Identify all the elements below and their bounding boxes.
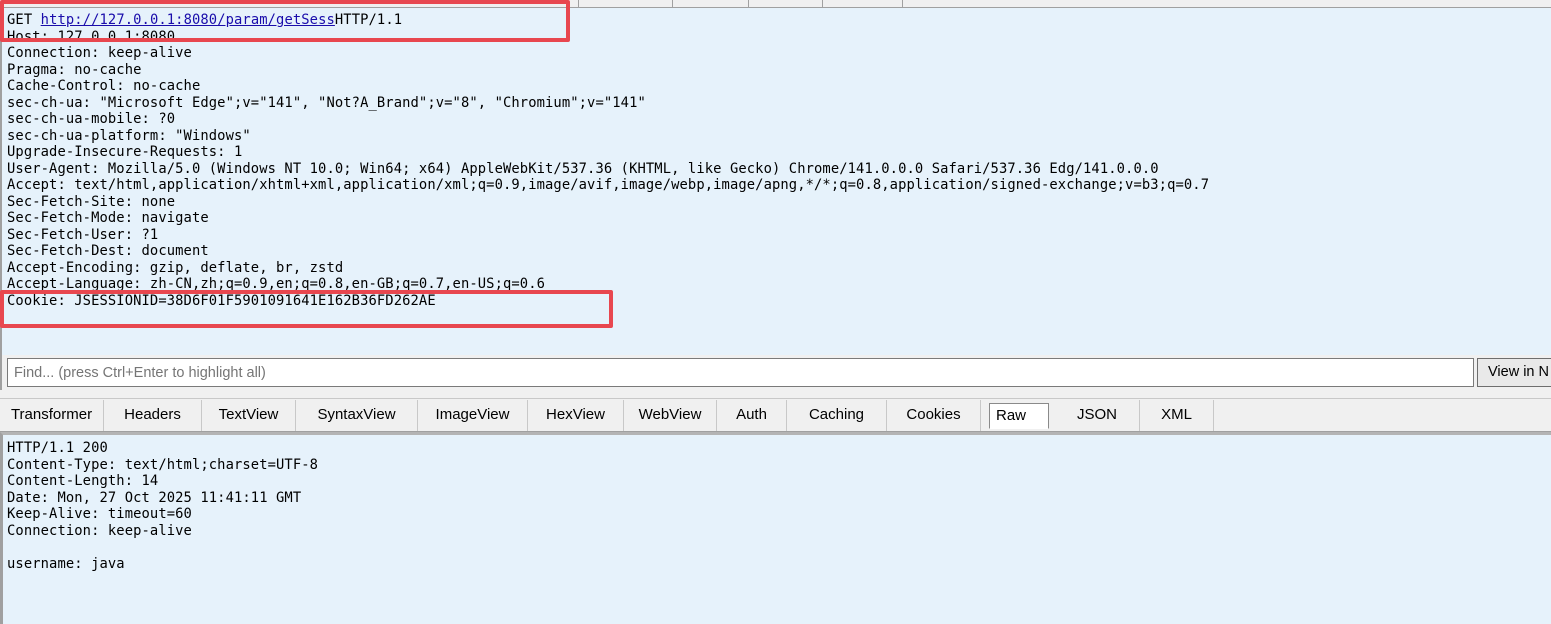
request-header-line: Sec-Fetch-Mode: navigate [7, 210, 209, 226]
find-bar: View in N [0, 355, 1551, 390]
response-line: HTTP/1.1 200 [7, 440, 108, 456]
response-line: username: java [7, 555, 125, 572]
response-line: Date: Mon, 27 Oct 2025 11:41:11 GMT [7, 489, 302, 506]
tab-xml[interactable]: XML [1140, 400, 1214, 431]
response-line: Keep-Alive: timeout=60 [7, 506, 192, 522]
top-tab-strip [0, 0, 1551, 8]
response-raw-view[interactable]: HTTP/1.1 200 Content-Type: text/html;cha… [0, 432, 1551, 624]
response-line: Content-Length: 14 [7, 473, 159, 489]
request-method: GET [7, 12, 33, 28]
request-header-line: Accept: text/html,application/xhtml+xml,… [7, 177, 1210, 193]
tab-headers[interactable]: Headers [104, 400, 202, 431]
request-raw-view[interactable]: GET http://127.0.0.1:8080/param/getSessH… [0, 8, 1551, 355]
request-text[interactable]: GET http://127.0.0.1:8080/param/getSessH… [7, 12, 1209, 309]
top-tab-divider [672, 0, 673, 8]
tab-cookies[interactable]: Cookies [887, 400, 981, 431]
request-protocol: HTTP/1.1 [334, 12, 403, 28]
tab-webview[interactable]: WebView [624, 400, 717, 431]
pane-splitter[interactable] [0, 390, 1551, 399]
find-input[interactable] [7, 358, 1474, 387]
request-header-line: Accept-Language: zh-CN,zh;q=0.9,en;q=0.8… [7, 276, 546, 292]
response-line: Connection: keep-alive [7, 522, 192, 539]
tab-syntaxview[interactable]: SyntaxView [296, 400, 418, 431]
view-in-notepad-button[interactable]: View in N [1477, 358, 1551, 387]
request-header-line: sec-ch-ua-mobile: ?0 [7, 111, 176, 127]
request-header-line: Upgrade-Insecure-Requests: 1 [7, 144, 243, 160]
top-tab-divider [902, 0, 903, 8]
request-header-line: Connection: keep-alive [7, 45, 192, 61]
request-header-line: sec-ch-ua-platform: "Windows" [7, 127, 251, 144]
request-header-line: sec-ch-ua: "Microsoft Edge";v="141", "No… [7, 94, 646, 111]
request-header-line: Cookie: JSESSIONID=38D6F01F5901091641E16… [7, 292, 436, 309]
request-header-line: Accept-Encoding: gzip, deflate, br, zstd [7, 259, 344, 276]
request-header-line: Sec-Fetch-Site: none [7, 193, 176, 210]
top-tab-divider [748, 0, 749, 8]
request-url-link[interactable]: http://127.0.0.1:8080/param/getSess [41, 12, 335, 28]
tab-imageview[interactable]: ImageView [418, 400, 528, 431]
request-line: GET http://127.0.0.1:8080/param/getSessH… [7, 12, 402, 28]
request-header-line: User-Agent: Mozilla/5.0 (Windows NT 10.0… [7, 160, 1159, 177]
top-tab-divider [822, 0, 823, 8]
tab-transformer[interactable]: Transformer [0, 400, 104, 431]
response-line: Content-Type: text/html;charset=UTF-8 [7, 456, 319, 473]
request-header-line: Cache-Control: no-cache [7, 78, 201, 94]
request-header-line: Sec-Fetch-User: ?1 [7, 226, 159, 243]
tab-hexview[interactable]: HexView [528, 400, 624, 431]
tab-textview[interactable]: TextView [202, 400, 296, 431]
top-tab-divider [578, 0, 579, 8]
tab-json[interactable]: JSON [1055, 400, 1140, 431]
response-text[interactable]: HTTP/1.1 200 Content-Type: text/html;cha… [7, 440, 318, 572]
response-inspector-tabs: Transformer Headers TextView SyntaxView Imag… [0, 399, 1551, 432]
request-header-line: Sec-Fetch-Dest: document [7, 243, 209, 259]
tab-caching[interactable]: Caching [787, 400, 887, 431]
tab-raw[interactable]: Raw [989, 403, 1049, 429]
request-header-line: Host: 127.0.0.1:8080 [7, 28, 176, 45]
request-header-line: Pragma: no-cache [7, 61, 142, 78]
tab-auth[interactable]: Auth [717, 400, 787, 431]
